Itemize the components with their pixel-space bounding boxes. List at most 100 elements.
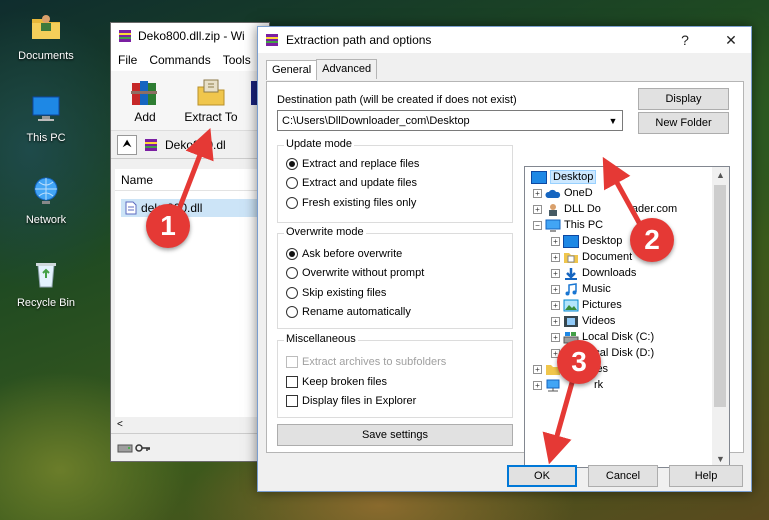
checkbox-icon — [286, 356, 298, 368]
tree-item-user[interactable]: + DLL Do ader.com — [533, 201, 677, 217]
tree-item-label: Videos — [582, 315, 616, 327]
expand-icon[interactable]: + — [533, 188, 542, 198]
tree-item-music[interactable]: + Music — [551, 281, 611, 297]
checkbox-label: Display files in Explorer — [302, 395, 417, 407]
radio-extract-update[interactable]: Extract and update files — [286, 177, 417, 189]
radio-icon — [286, 287, 298, 299]
archive-path[interactable]: Deko800.dl — [165, 138, 226, 152]
scroll-left-arrow-icon[interactable]: < — [117, 419, 123, 430]
tree-item-label: rk — [594, 379, 604, 391]
tree-item-videos[interactable]: + Videos — [551, 313, 615, 329]
extract-to-button[interactable]: Extract To — [181, 71, 241, 130]
expand-icon[interactable]: + — [551, 316, 560, 326]
radio-label: Overwrite without prompt — [302, 267, 425, 279]
radio-overwrite-without-prompt[interactable]: Overwrite without prompt — [286, 267, 424, 279]
expand-icon[interactable]: + — [551, 268, 560, 278]
column-header-name[interactable]: Name — [115, 169, 269, 191]
help-button[interactable]: Help — [669, 465, 743, 487]
horizontal-scrollbar[interactable]: < — [115, 417, 269, 433]
menu-file[interactable]: File — [118, 53, 137, 67]
miscellaneous-group: Miscellaneous Extract archives to subfol… — [277, 333, 513, 418]
tree-vertical-scrollbar[interactable]: ▲ ▼ — [712, 167, 729, 467]
dialog-title: Extraction path and options — [286, 33, 432, 47]
file-row-selected[interactable]: deko800.dll — [121, 199, 269, 217]
film-icon — [564, 315, 578, 327]
scroll-up-arrow-icon[interactable]: ▲ — [712, 167, 729, 183]
up-folder-button[interactable]: ⮝ — [117, 134, 137, 155]
zip-archive-icon — [145, 138, 157, 151]
expand-icon[interactable]: + — [533, 380, 542, 390]
winrar-toolbar: Add Extract To — [111, 71, 269, 131]
radio-label: Fresh existing files only — [302, 197, 417, 209]
radio-rename-automatically[interactable]: Rename automatically — [286, 306, 411, 318]
radio-label: Rename automatically — [302, 306, 411, 318]
expand-icon[interactable]: + — [551, 252, 560, 262]
display-button[interactable]: Display — [638, 88, 729, 110]
expand-icon[interactable]: + — [551, 300, 560, 310]
add-label: Add — [134, 110, 156, 124]
tree-item-desktop-root[interactable]: Desktop — [531, 169, 597, 185]
winrar-titlebar[interactable]: Deko800.dll.zip - Wi — [111, 23, 269, 49]
archive-books-icon — [131, 81, 157, 105]
radio-icon — [286, 267, 298, 279]
destination-path-input[interactable]: C:\Users\DllDownloader_com\Desktop ▼ — [277, 110, 623, 131]
scroll-thumb[interactable] — [714, 185, 726, 407]
checkbox-keep-broken-files[interactable]: Keep broken files — [286, 376, 387, 388]
cancel-button[interactable]: Cancel — [588, 465, 658, 487]
step-badge-1: 1 — [146, 204, 190, 248]
user-icon — [549, 203, 557, 216]
radio-ask-before-overwrite[interactable]: Ask before overwrite — [286, 248, 402, 260]
tree-item-pictures[interactable]: + Pictures — [551, 297, 622, 313]
expand-icon[interactable]: + — [533, 364, 542, 374]
checkbox-display-in-explorer[interactable]: Display files in Explorer — [286, 395, 416, 407]
expand-icon[interactable]: + — [533, 204, 542, 214]
collapse-icon[interactable]: − — [533, 220, 542, 230]
dialog-titlebar[interactable]: Extraction path and options ? ✕ — [258, 27, 751, 53]
radio-selected-icon — [286, 158, 298, 170]
expand-icon[interactable]: + — [551, 284, 560, 294]
tree-item-onedrive[interactable]: + OneD — [533, 185, 593, 201]
expand-icon[interactable]: + — [551, 332, 560, 342]
tree-item-label-tail: ader.com — [631, 203, 678, 215]
help-icon[interactable]: ? — [665, 32, 705, 48]
overwrite-mode-title: Overwrite mode — [284, 226, 366, 238]
checkbox-extract-to-subfolders: Extract archives to subfolders — [286, 356, 446, 368]
close-icon[interactable]: ✕ — [711, 32, 751, 49]
radio-fresh-existing[interactable]: Fresh existing files only — [286, 197, 416, 209]
tab-general[interactable]: General — [266, 60, 318, 80]
new-folder-button[interactable]: New Folder — [638, 112, 729, 134]
key-icon — [135, 443, 150, 452]
desktop-icon-documents[interactable]: Documents — [8, 10, 84, 62]
tree-item-desktop[interactable]: + Desktop — [551, 233, 622, 249]
chevron-down-icon[interactable]: ▼ — [604, 111, 622, 130]
ok-button[interactable]: OK — [507, 465, 577, 487]
tree-item-label: Pictures — [582, 299, 622, 311]
download-arrow-icon — [565, 267, 577, 280]
tree-item-downloads[interactable]: + Downloads — [551, 265, 636, 281]
general-panel: Destination path (will be created if doe… — [266, 81, 744, 468]
up-arrow-icon: ⮝ — [122, 138, 132, 150]
radio-icon — [286, 306, 298, 318]
tree-item-label: Local Disk (C:) — [582, 331, 655, 343]
pictures-icon — [563, 299, 579, 311]
tree-item-documents[interactable]: + Document — [551, 249, 632, 265]
radio-skip-existing[interactable]: Skip existing files — [286, 287, 386, 299]
save-settings-button[interactable]: Save settings — [277, 424, 513, 446]
checkbox-icon — [286, 376, 298, 388]
checkbox-label: Keep broken files — [302, 376, 387, 388]
dialog-app-icon — [266, 34, 278, 46]
desktop-icon-network[interactable]: Network — [8, 174, 84, 226]
expand-icon[interactable]: + — [551, 236, 560, 246]
dll-file-icon — [125, 201, 137, 215]
extract-to-label: Extract To — [184, 110, 238, 124]
tab-advanced[interactable]: Advanced — [316, 59, 378, 79]
tree-item-this-pc[interactable]: − This PC — [533, 217, 603, 233]
tree-item-label: Desktop — [550, 170, 597, 184]
tree-item-label: This PC — [564, 219, 604, 231]
desktop-icon-this-pc[interactable]: This PC — [8, 92, 84, 144]
menu-commands[interactable]: Commands — [149, 53, 210, 67]
add-button[interactable]: Add — [115, 71, 175, 130]
radio-extract-replace[interactable]: Extract and replace files — [286, 158, 419, 170]
desktop-icon-recycle-bin[interactable]: Recycle Bin — [8, 257, 84, 309]
menu-tools[interactable]: Tools — [223, 53, 251, 67]
